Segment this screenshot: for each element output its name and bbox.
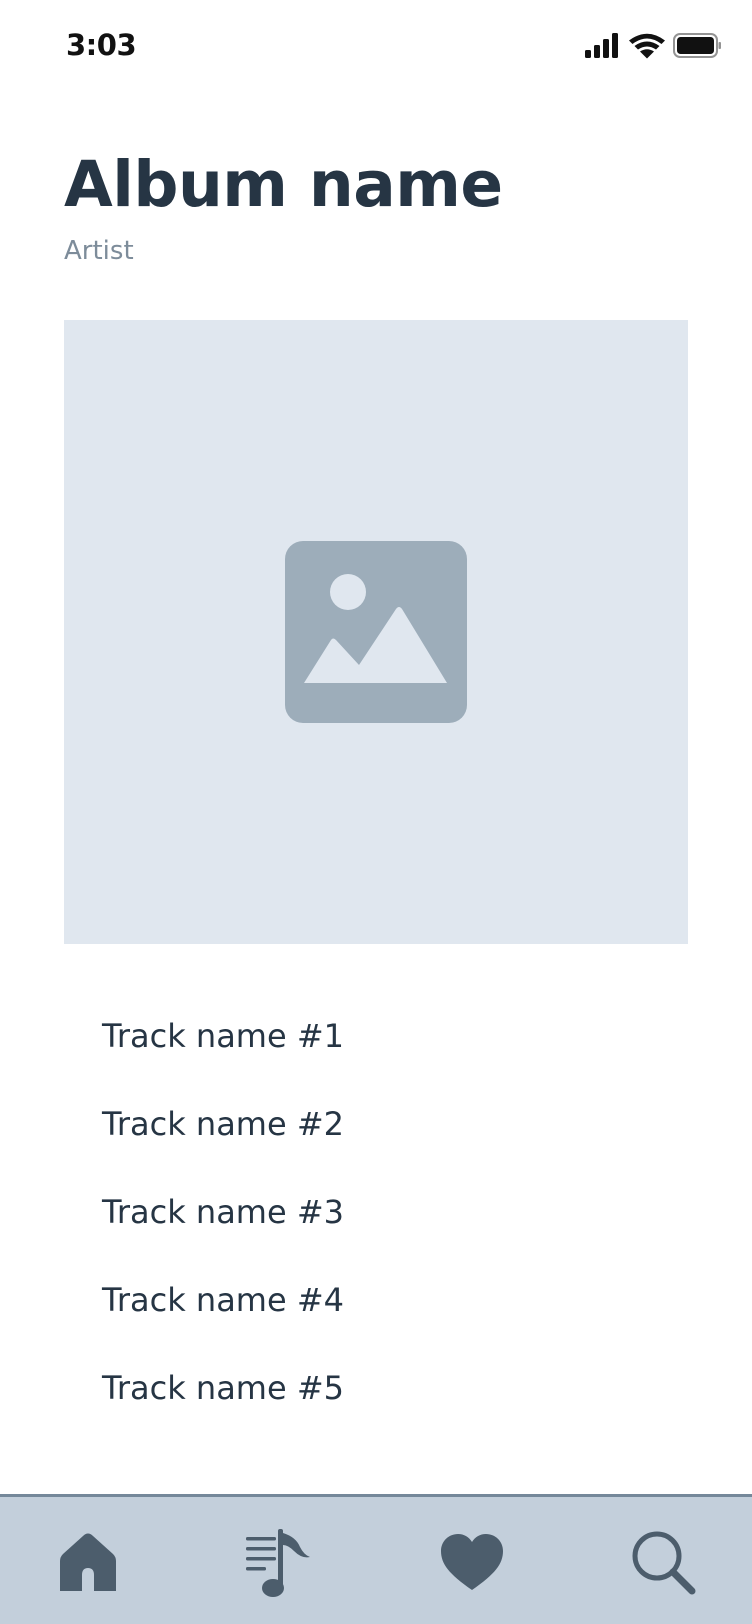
- status-icons: [585, 33, 721, 59]
- battery-icon: [673, 33, 721, 58]
- search-icon: [632, 1531, 696, 1595]
- track-item[interactable]: Track name #2: [102, 1088, 344, 1176]
- heart-icon: [441, 1534, 503, 1590]
- tab-home[interactable]: [52, 1527, 124, 1599]
- artist-name: Artist: [64, 236, 134, 266]
- status-bar: 3:03: [0, 0, 752, 94]
- tab-search[interactable]: [628, 1527, 700, 1599]
- track-item[interactable]: Track name #1: [102, 1000, 344, 1088]
- track-item[interactable]: Track name #5: [102, 1352, 344, 1440]
- tab-favorites[interactable]: [436, 1527, 508, 1599]
- album-cover: [64, 320, 688, 944]
- image-placeholder-icon: [285, 541, 467, 723]
- playlist-icon: [246, 1529, 310, 1597]
- tab-bar: [0, 1494, 752, 1624]
- track-item[interactable]: Track name #4: [102, 1264, 344, 1352]
- signal-icon: [585, 33, 618, 58]
- tab-playlist[interactable]: [244, 1527, 316, 1599]
- album-title: Album name: [64, 148, 503, 221]
- home-icon: [60, 1533, 116, 1591]
- wifi-icon: [629, 33, 665, 59]
- track-list: Track name #1 Track name #2 Track name #…: [102, 1000, 344, 1440]
- track-item[interactable]: Track name #3: [102, 1176, 344, 1264]
- status-time: 3:03: [66, 28, 137, 62]
